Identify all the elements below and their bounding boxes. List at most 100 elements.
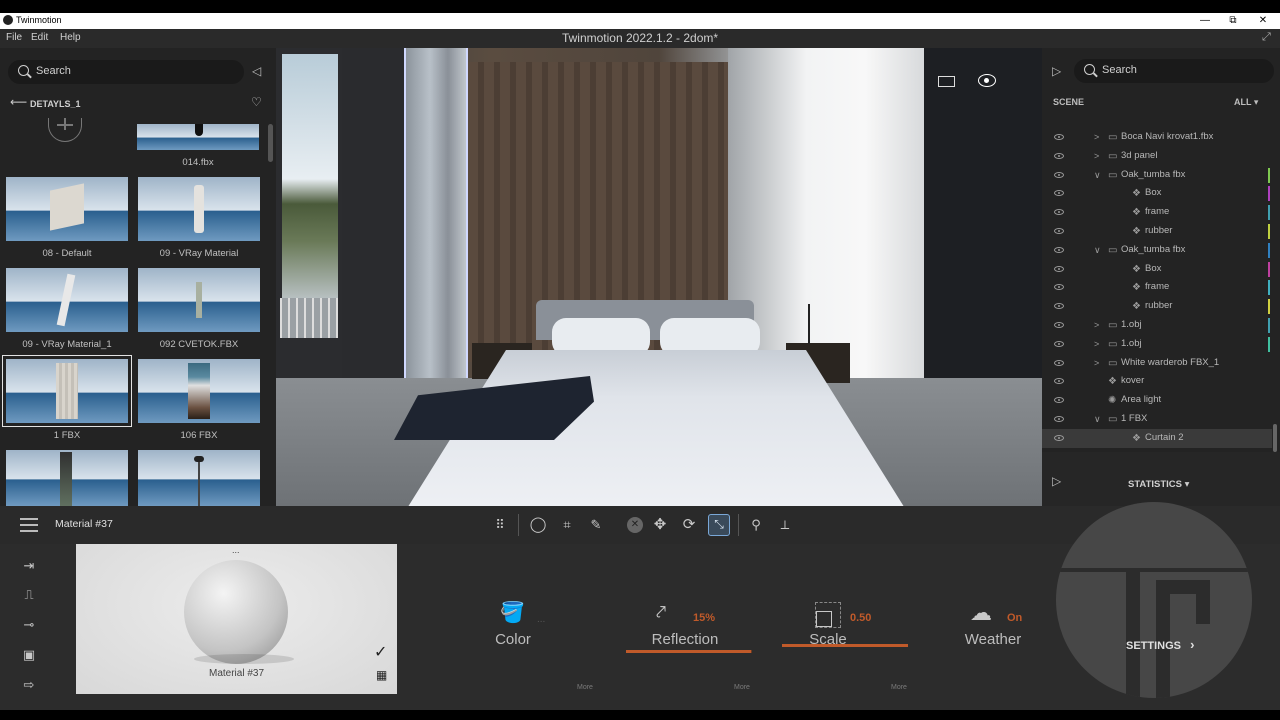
scene-row[interactable]: > ▭ 1.obj [1042,316,1272,335]
clear-transform-icon[interactable]: ✕ [627,517,643,533]
material-options-dots[interactable]: ... [232,545,240,555]
visibility-eye-icon[interactable] [1054,228,1064,234]
scene-row[interactable]: ❖ Curtain 2 [1042,428,1272,448]
scene-row[interactable]: > ▭ 3d panel [1042,147,1272,166]
visibility-eye-icon[interactable] [1054,434,1064,441]
visibility-eye-icon[interactable] [1054,322,1064,328]
scene-row[interactable]: > ▭ White warderob FBX_1 [1042,354,1272,373]
statistics-dropdown[interactable]: STATISTICS ▾ [1128,479,1189,490]
visibility-eye-icon[interactable] [1054,171,1064,178]
viewport-layout-icon[interactable] [938,76,955,87]
scale-icon[interactable] [815,602,841,628]
chevron-right-icon[interactable]: > [1094,339,1099,349]
library-item-thumbnail[interactable] [138,450,260,506]
chevron-down-icon[interactable]: ∨ [1094,245,1101,256]
scene-row[interactable]: > ▭ 1.obj [1042,335,1272,354]
scene-search-input[interactable]: Search [1074,59,1274,83]
scale-slider[interactable] [782,644,908,647]
favorite-heart-icon[interactable]: ♡ [251,95,262,109]
scene-row[interactable]: ❖ kover [1042,372,1272,391]
library-item-thumbnail[interactable] [6,177,128,241]
camera-view-eye-icon[interactable] [978,74,996,87]
breadcrumb[interactable]: DETAYLS_1 [30,99,81,109]
pivot-icon[interactable]: ⚲ [747,516,765,534]
library-item-thumbnail[interactable] [138,359,260,423]
visibility-eye-icon[interactable] [1054,359,1064,366]
scene-row[interactable]: ❖ frame [1042,203,1272,222]
scene-row[interactable]: ❖ frame [1042,278,1272,297]
collapse-left-icon[interactable]: ◁ [252,64,261,78]
library-scrollbar[interactable] [268,124,273,162]
path-icon[interactable]: ⊸ [18,617,40,633]
scale-tool-icon-active[interactable]: ⤡ [708,514,730,536]
weather-property-label[interactable]: Weather [943,631,1043,648]
export-icon[interactable]: ⇨ [18,677,40,693]
media-icon[interactable]: ▣ [18,647,40,663]
menu-help[interactable]: Help [60,32,81,43]
library-item-thumbnail[interactable] [6,268,128,332]
chevron-right-icon[interactable]: > [1094,358,1099,368]
scene-row[interactable]: ❖ rubber [1042,297,1272,316]
chevron-right-icon[interactable]: > [1094,320,1099,330]
expand-right-icon[interactable]: ▷ [1052,64,1061,78]
material-preview[interactable]: ... Material #37 ✓ ▦ [76,544,397,694]
settings-button[interactable]: SETTINGS › [1126,637,1194,652]
back-arrow-icon[interactable]: ⟵ [10,95,27,109]
library-item-thumbnail[interactable] [138,177,260,241]
visibility-eye-icon[interactable] [1054,378,1064,385]
move-icon[interactable]: ✥ [651,516,669,534]
more-link[interactable]: More [577,684,593,691]
scene-row[interactable]: ❖ rubber [1042,222,1272,241]
material-grid-icon[interactable]: ▦ [376,668,387,682]
more-link[interactable]: More [891,684,907,691]
menu-file[interactable]: File [6,32,22,43]
axis-gizmo-icon[interactable]: ⟂ [776,516,794,534]
more-link[interactable]: More [734,684,750,691]
visibility-eye-icon[interactable] [1054,416,1064,422]
reflection-property-label[interactable]: Reflection [635,631,735,648]
checkmark-icon[interactable]: ✓ [374,642,387,662]
color-bucket-icon[interactable]: 🪣 [500,600,525,625]
weather-cloud-icon[interactable]: ☁ [970,600,992,626]
minimize-button[interactable]: — [1190,13,1220,29]
library-search-input[interactable]: Search [8,60,244,84]
grid-snap-icon[interactable]: ⠿ [491,516,509,534]
hamburger-menu-icon[interactable] [20,518,38,532]
paint-texture-icon[interactable]: ⌗ [558,516,576,534]
library-item-thumbnail[interactable] [137,124,259,150]
scene-scrollbar[interactable] [1273,424,1277,452]
scene-row[interactable]: ∨ ▭ Oak_tumba fbx [1042,241,1272,260]
chevron-down-icon[interactable]: ∨ [1094,414,1101,425]
visibility-eye-icon[interactable] [1054,397,1064,404]
library-item-thumbnail[interactable] [138,268,260,332]
3d-viewport[interactable] [276,48,1042,506]
scene-row[interactable]: ✺ Area light [1042,391,1272,410]
scene-row[interactable]: ∨ ▭ 1 FBX [1042,410,1272,429]
scene-row[interactable]: ❖ Box [1042,184,1272,203]
eyedropper-icon[interactable]: ✎ [587,516,605,534]
library-item-thumbnail[interactable] [6,450,128,506]
close-button[interactable]: ✕ [1248,13,1278,29]
restore-button[interactable]: ⧉ [1218,13,1248,29]
scene-filter-dropdown[interactable]: ALL ▾ [1234,97,1258,108]
add-item-icon[interactable] [48,118,82,142]
select-circle-icon[interactable]: ◯ [529,516,547,534]
rotate-icon[interactable]: ⟳ [680,516,698,534]
visibility-eye-icon[interactable] [1054,303,1064,310]
visibility-eye-icon[interactable] [1054,284,1064,291]
visibility-eye-icon[interactable] [1054,152,1064,159]
scene-row[interactable]: > ▭ Boca Navi krovat1.fbx [1042,128,1272,147]
visibility-eye-icon[interactable] [1054,209,1064,216]
expand-statistics-icon[interactable]: ▷ [1052,474,1061,488]
scene-row[interactable]: ❖ Box [1042,260,1272,279]
reflection-icon[interactable]: ⤤ [656,602,688,624]
reflection-slider[interactable] [626,650,752,653]
menu-edit[interactable]: Edit [31,32,48,43]
chevron-down-icon[interactable]: ∨ [1094,170,1101,181]
visibility-eye-icon[interactable] [1054,246,1064,253]
library-item-thumbnail-selected[interactable] [2,355,132,427]
visibility-eye-icon[interactable] [1054,340,1064,347]
chevron-right-icon[interactable]: > [1094,151,1099,161]
visibility-eye-icon[interactable] [1054,265,1064,272]
visibility-eye-icon[interactable] [1054,190,1064,197]
